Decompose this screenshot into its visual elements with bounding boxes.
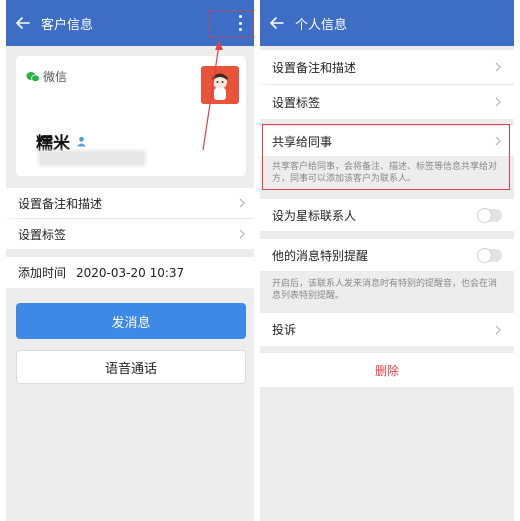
customer-info-screen: 客户信息 微信 糯米 设置备注和描述 设置标签 添加时间 2020-03-20 …	[6, 0, 254, 521]
set-tags-row[interactable]: 设置标签	[260, 85, 514, 119]
set-remark-label: 设置备注和描述	[18, 196, 103, 211]
chevron-right-icon	[239, 229, 245, 239]
star-contact-row: 设为星标联系人	[260, 199, 514, 231]
special-remind-label: 他的消息特别提醒	[272, 248, 369, 263]
page-title: 客户信息	[41, 17, 94, 33]
report-row[interactable]: 投诉	[260, 313, 514, 346]
wechat-label: 微信	[43, 70, 68, 84]
send-message-button[interactable]: 发消息	[16, 303, 246, 339]
avatar-image	[201, 66, 239, 104]
wechat-source: 微信	[26, 68, 67, 85]
star-contact-toggle[interactable]	[478, 208, 502, 222]
set-tags-label: 设置标签	[272, 95, 321, 110]
set-remark-row[interactable]: 设置备注和描述	[6, 188, 254, 218]
contact-card: 微信 糯米	[16, 56, 246, 176]
top-bar: 个人信息	[260, 0, 514, 46]
set-tags-row[interactable]: 设置标签	[6, 219, 254, 249]
added-time-value: 2020-03-20 10:37	[76, 265, 185, 280]
special-remind-toggle[interactable]	[478, 248, 502, 262]
report-label: 投诉	[272, 323, 297, 337]
star-contact-label: 设为星标联系人	[272, 208, 357, 223]
person-icon	[77, 136, 86, 147]
blurred-info	[38, 150, 146, 166]
special-remind-description: 开启后，该联系人发来消息时有特别的提醒音，也会在消息列表特别提醒。	[272, 279, 498, 301]
added-time-label: 添加时间	[18, 266, 67, 280]
special-remind-row: 他的消息特别提醒	[260, 239, 514, 271]
avatar[interactable]	[201, 66, 239, 104]
chevron-right-icon	[495, 325, 501, 334]
back-arrow-icon[interactable]	[269, 15, 285, 31]
personal-info-screen: 个人信息 设置备注和描述 设置标签 共享给同事 共享客户给同事，会将备注、描述、…	[260, 0, 514, 521]
voice-call-button[interactable]: 语音通话	[16, 350, 246, 384]
added-time-row: 添加时间 2020-03-20 10:37	[6, 257, 254, 288]
page-title: 个人信息	[295, 17, 348, 33]
chevron-right-icon	[495, 97, 501, 107]
delete-button[interactable]: 删除	[260, 353, 514, 387]
set-tags-label: 设置标签	[18, 227, 67, 242]
annotation-highlight-share-row	[262, 124, 510, 190]
back-arrow-icon[interactable]	[15, 15, 31, 31]
set-remark-row[interactable]: 设置备注和描述	[260, 50, 514, 84]
annotation-highlight-more-button	[209, 10, 253, 37]
set-remark-label: 设置备注和描述	[272, 60, 357, 75]
chevron-right-icon	[239, 198, 245, 208]
wechat-icon	[26, 71, 40, 82]
chevron-right-icon	[495, 62, 501, 72]
